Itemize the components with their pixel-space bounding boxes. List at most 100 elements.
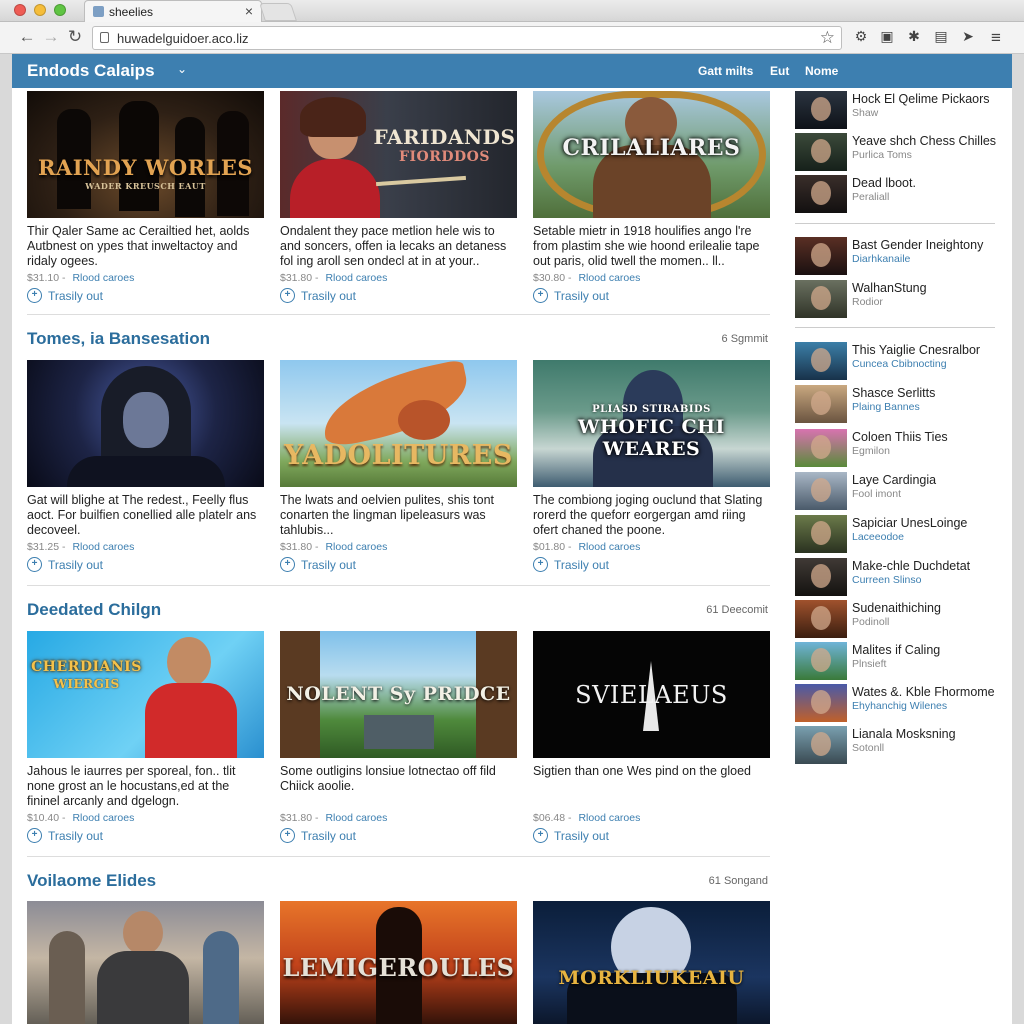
game-thumbnail[interactable] — [27, 901, 264, 1024]
extension-puzzle-icon[interactable]: ⚙ — [852, 28, 870, 46]
sidebar-item-title[interactable]: Malites if Caling — [852, 643, 940, 657]
sidebar-item-title[interactable]: Yeave shch Chess Chilles — [852, 134, 996, 148]
back-icon[interactable]: ← — [16, 27, 38, 47]
game-thumbnail[interactable]: LEMIGEROULES — [280, 901, 517, 1024]
sidebar-item-title[interactable]: Shasce Serlitts — [852, 386, 935, 400]
sidebar-item-title[interactable]: Bast Gender Ineightony — [852, 238, 983, 252]
nav-link-1[interactable]: Gatt milts — [698, 64, 753, 78]
sidebar-item-title[interactable]: Wates &. Kble Fhormome — [852, 685, 995, 699]
nav-link-2[interactable]: Eut — [770, 64, 789, 78]
follow-button[interactable]: + Trasily out — [27, 288, 264, 303]
section-title[interactable]: Voilaome Elides — [27, 871, 156, 891]
game-thumbnail[interactable]: MORKLIUKEAIU — [533, 901, 770, 1024]
game-card[interactable]: CRILALIARES Setable mietr in 1918 houlif… — [533, 91, 770, 303]
sidebar-thumbnail[interactable] — [795, 237, 847, 275]
sidebar-thumbnail[interactable] — [795, 684, 847, 722]
game-card[interactable]: FARIDANDS FIORDDOS Ondalent they pace me… — [280, 91, 517, 303]
game-thumbnail[interactable]: CHERDIANIS WIERGIS — [27, 631, 264, 758]
reload-icon[interactable]: ↻ — [64, 27, 86, 47]
zoom-window-button[interactable] — [54, 4, 66, 16]
follow-button[interactable]: + Trasily out — [27, 828, 264, 843]
extension-car-icon[interactable]: ▣ — [878, 28, 896, 46]
follow-button[interactable]: + Trasily out — [280, 288, 517, 303]
sidebar-item[interactable]: WalhanStung Rodior — [795, 280, 1005, 318]
sidebar-item-title[interactable]: Make-chle Duchdetat — [852, 559, 970, 573]
sidebar-item[interactable]: Shasce Serlitts Plaing Bannes — [795, 385, 1005, 423]
card-meta-link[interactable]: Rlood caroes — [72, 812, 134, 824]
sidebar-item-title[interactable]: Coloen Thiis Ties — [852, 430, 948, 444]
chevron-down-icon[interactable]: ⌄ — [177, 62, 187, 76]
sidebar-item[interactable]: Sapiciar UnesLoinge Laceeodoe — [795, 515, 1005, 553]
extension-pin-icon[interactable]: ➤ — [959, 28, 977, 46]
sidebar-item[interactable]: Laye Cardingia Fool imont — [795, 472, 1005, 510]
sidebar-item-title[interactable]: Hock El Qelime Pickaors — [852, 92, 990, 106]
sidebar-item-title[interactable]: Laye Cardingia — [852, 473, 936, 487]
game-card[interactable]: CHERDIANIS WIERGIS Jahous le iaurres per… — [27, 631, 264, 843]
game-thumbnail[interactable] — [27, 360, 264, 487]
url-text[interactable]: huwadelguidoer.aco.liz — [117, 31, 249, 46]
game-card[interactable]: RAINDY WORLES WADER KREUSCH EAUT Thir Qa… — [27, 91, 264, 303]
follow-button[interactable]: + Trasily out — [533, 288, 770, 303]
sidebar-thumbnail[interactable] — [795, 175, 847, 213]
game-card[interactable]: MORKLIUKEAIU — [533, 901, 770, 1024]
sidebar-item[interactable]: Sudenaithiching Podinoll — [795, 600, 1005, 638]
game-card[interactable]: NOLENT Sy PRIDCE Some outligins lonsiue … — [280, 631, 517, 843]
follow-button[interactable]: + Trasily out — [533, 828, 770, 843]
card-meta-link[interactable]: Rlood caroes — [325, 812, 387, 824]
close-window-button[interactable] — [14, 4, 26, 16]
nav-link-3[interactable]: Nome — [805, 64, 838, 78]
sidebar-thumbnail[interactable] — [795, 726, 847, 764]
sidebar-item[interactable]: Hock El Qelime Pickaors Shaw — [795, 91, 1005, 129]
sidebar-item[interactable]: Malites if Caling Plnsieft — [795, 642, 1005, 680]
game-card[interactable]: YADOLITURES The lwats and oelvien pulite… — [280, 360, 517, 572]
tab-close-icon[interactable]: × — [245, 3, 253, 19]
page-info-icon[interactable] — [100, 32, 109, 43]
sidebar-item[interactable]: Yeave shch Chess Chilles Purlica Toms — [795, 133, 1005, 171]
minimize-window-button[interactable] — [34, 4, 46, 16]
game-card[interactable]: PLIASD STIRABIDS WHOFIC CHI WEARES The c… — [533, 360, 770, 572]
sidebar-item-title[interactable]: Sudenaithiching — [852, 601, 941, 615]
bookmark-star-icon[interactable]: ☆ — [820, 28, 835, 48]
extension-clipboard-icon[interactable]: ▤ — [932, 28, 950, 46]
sidebar-thumbnail[interactable] — [795, 472, 847, 510]
game-thumbnail[interactable]: YADOLITURES — [280, 360, 517, 487]
new-tab-button[interactable] — [259, 3, 297, 21]
follow-button[interactable]: + Trasily out — [280, 557, 517, 572]
extension-gamepad-icon[interactable]: ✱ — [905, 28, 923, 46]
sidebar-thumbnail[interactable] — [795, 280, 847, 318]
game-thumbnail[interactable]: CRILALIARES — [533, 91, 770, 218]
card-meta-link[interactable]: Rlood caroes — [72, 272, 134, 284]
sidebar-item[interactable]: Make-chle Duchdetat Curreen Slinso — [795, 558, 1005, 596]
sidebar-item[interactable]: Bast Gender Ineightony Diarhkanaile — [795, 237, 1005, 275]
sidebar-item-title[interactable]: Dead lboot. — [852, 176, 916, 190]
sidebar-item-title[interactable]: WalhanStung — [852, 281, 927, 295]
game-thumbnail[interactable]: SVIELAEUS — [533, 631, 770, 758]
game-card[interactable]: SVIELAEUS Sigtien than one Wes pind on t… — [533, 631, 770, 843]
sidebar-thumbnail[interactable] — [795, 558, 847, 596]
card-meta-link[interactable]: Rlood caroes — [578, 812, 640, 824]
card-meta-link[interactable]: Rlood caroes — [325, 541, 387, 553]
game-card[interactable]: LEMIGEROULES — [280, 901, 517, 1024]
browser-tab[interactable]: sheelies × — [84, 0, 262, 22]
follow-button[interactable]: + Trasily out — [27, 557, 264, 572]
sidebar-thumbnail[interactable] — [795, 429, 847, 467]
game-thumbnail[interactable]: RAINDY WORLES WADER KREUSCH EAUT — [27, 91, 264, 218]
sidebar-thumbnail[interactable] — [795, 600, 847, 638]
sidebar-thumbnail[interactable] — [795, 133, 847, 171]
card-meta-link[interactable]: Rlood caroes — [325, 272, 387, 284]
sidebar-thumbnail[interactable] — [795, 342, 847, 380]
sidebar-item-title[interactable]: Sapiciar UnesLoinge — [852, 516, 967, 530]
sidebar-item[interactable]: Coloen Thiis Ties Egmilon — [795, 429, 1005, 467]
game-card[interactable]: Gat will blighe at The redest., Feelly f… — [27, 360, 264, 572]
follow-button[interactable]: + Trasily out — [280, 828, 517, 843]
sidebar-item-title[interactable]: This Yaiglie Cnesralbor — [852, 343, 980, 357]
card-meta-link[interactable]: Rlood caroes — [578, 541, 640, 553]
address-bar[interactable]: huwadelguidoer.aco.liz ☆ — [92, 26, 842, 50]
game-card[interactable] — [27, 901, 264, 1024]
section-title[interactable]: Tomes, ia Bansesation — [27, 329, 210, 349]
menu-icon[interactable]: ≡ — [987, 28, 1005, 47]
sidebar-item[interactable]: Dead lboot. Peraliall — [795, 175, 1005, 213]
card-meta-link[interactable]: Rlood caroes — [72, 541, 134, 553]
sidebar-item[interactable]: Lianala Mosksning Sotonll — [795, 726, 1005, 764]
sidebar-thumbnail[interactable] — [795, 385, 847, 423]
